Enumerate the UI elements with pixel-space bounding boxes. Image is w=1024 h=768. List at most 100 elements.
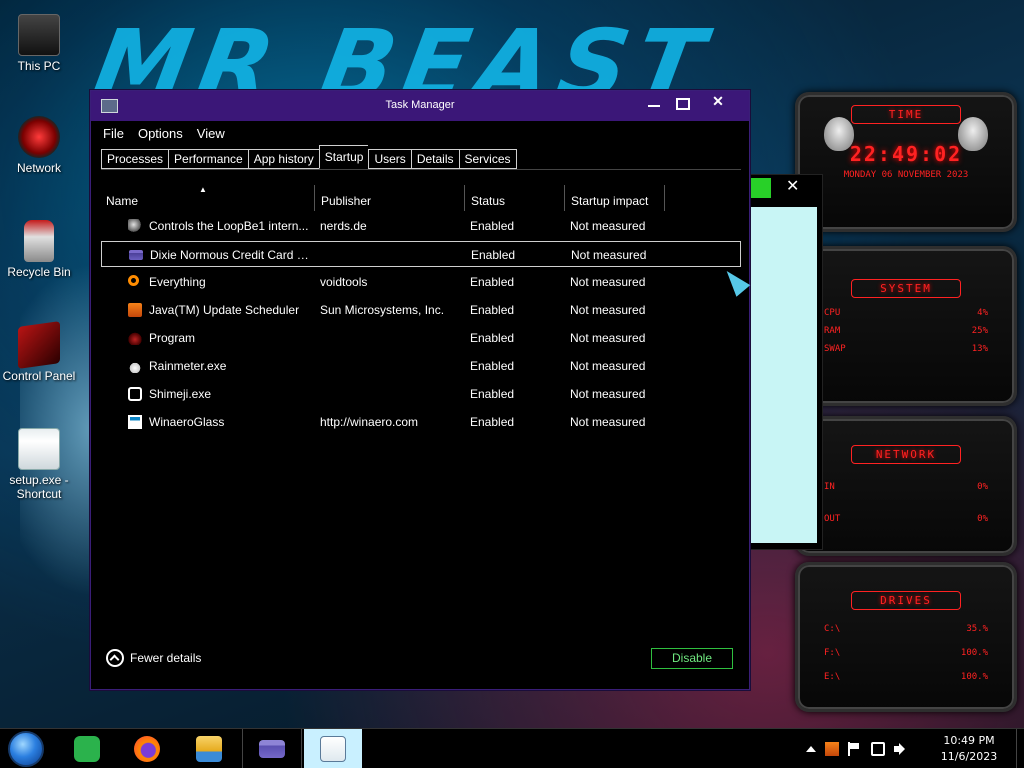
cpu-label: CPU [824,308,841,318]
menu-file[interactable]: File [103,126,124,141]
winaero-icon [128,415,142,429]
cell-name: Program [149,331,196,345]
rainmeter-network-widget[interactable]: NETWORK IN 0% OUT 0% [795,416,1017,556]
taskbar-file-explorer[interactable] [180,729,238,768]
cell-publisher: Sun Microsystems, Inc. [320,303,445,317]
table-row-selected[interactable]: Dixie Normous Credit Card S... Enabled N… [101,241,741,267]
folder-icon [196,736,222,762]
taskbar-task-manager[interactable] [304,729,362,768]
rainmeter-in-row: IN 0% [798,478,1014,496]
tab-app-history[interactable]: App history [247,149,319,169]
drive-label: E:\ [824,672,841,682]
taskbar-clock[interactable]: 10:49 PM 11/6/2023 [938,733,1000,765]
everything-icon [128,275,139,286]
cell-status: Enabled [470,303,515,317]
table-row[interactable]: Program Enabled Not measured [101,325,741,351]
drive-value: 35.% [966,624,988,634]
desktop-icon-setup-shortcut[interactable]: setup.exe - Shortcut [0,428,78,501]
fewer-details-link[interactable]: Fewer details [106,649,201,667]
taskbar-credit-card-app[interactable] [242,729,302,768]
setup-shortcut-icon [18,428,60,470]
column-divider[interactable] [314,185,315,211]
taskbar-feedly[interactable] [58,729,116,768]
drive-label: F:\ [824,648,841,658]
show-desktop-button[interactable] [1016,729,1024,768]
tab-startup[interactable]: Startup [318,145,369,169]
java-icon [128,303,142,317]
background-window[interactable]: ✕ [745,174,823,550]
table-row[interactable]: WinaeroGlass http://winaero.com Enabled … [101,409,741,435]
desktop-icon-recycle-bin[interactable]: Recycle Bin [0,220,78,279]
swap-value: 13% [971,344,988,354]
rainmeter-drive-row: E:\ 100.% [798,668,1014,686]
rainmeter-system-title: SYSTEM [851,279,961,298]
task-manager-icon [320,736,346,762]
sort-ascending-icon: ▲ [199,185,207,194]
maximize-button[interactable] [669,93,695,113]
chevron-up-icon [106,649,124,667]
firefox-icon [134,736,160,762]
disable-button[interactable]: Disable [651,648,733,669]
ram-value: 25% [971,326,988,336]
tab-processes[interactable]: Processes [101,149,169,169]
close-icon[interactable]: ✕ [786,176,799,195]
alien-icon [958,117,988,151]
tab-performance[interactable]: Performance [168,149,248,169]
table-row[interactable]: Shimeji.exe Enabled Not measured [101,381,741,407]
cell-status: Enabled [470,219,515,233]
desktop-icon-this-pc[interactable]: This PC [0,14,78,73]
minimize-button[interactable] [641,93,667,113]
tab-details[interactable]: Details [410,149,459,169]
column-divider[interactable] [564,185,565,211]
rainmeter-time-widget[interactable]: TIME 22:49:02 MONDAY 06 NOVEMBER 2023 [795,92,1017,232]
column-header-publisher[interactable]: Publisher [321,194,371,208]
taskbar: 10:49 PM 11/6/2023 [0,728,1024,768]
desktop-icon-control-panel[interactable]: Control Panel [0,321,78,383]
network-icon[interactable] [871,742,885,756]
net-in-value: 0% [977,482,988,492]
rainmeter-drives-widget[interactable]: DRIVES C:\ 35.% F:\ 100.% E:\ 100.% [795,562,1017,712]
column-header-name[interactable]: Name [106,194,138,208]
table-row[interactable]: Controls the LoopBe1 intern... nerds.de … [101,213,741,239]
rainmeter-system-widget[interactable]: SYSTEM CPU 4% RAM 25% SWAP 13% [795,246,1017,406]
cpu-value: 4% [977,308,988,318]
rainmeter-time-title: TIME [851,105,961,124]
program-icon [128,331,142,345]
task-manager-window[interactable]: Task Manager ✕ File Options View Process… [90,90,750,690]
tray-app-icon[interactable] [825,742,839,756]
desktop-icon-label: Recycle Bin [7,265,71,279]
table-row[interactable]: Java(TM) Update Scheduler Sun Microsyste… [101,297,741,323]
column-divider[interactable] [664,185,665,211]
cell-publisher: http://winaero.com [320,415,419,429]
background-window-content [751,207,817,543]
menu-options[interactable]: Options [138,126,183,141]
column-header-startup-impact[interactable]: Startup impact [571,194,648,208]
tab-users[interactable]: Users [368,149,411,169]
cell-name: Controls the LoopBe1 intern... [149,219,309,233]
menu-view[interactable]: View [197,126,225,141]
desktop-icon-network[interactable]: Network [0,116,78,175]
cell-impact: Not measured [571,248,647,262]
desktop-icon-label: Network [16,161,61,175]
shimeji-icon [128,387,142,401]
close-button[interactable]: ✕ [705,93,731,113]
volume-icon[interactable] [894,742,908,756]
show-hidden-icons-icon[interactable] [806,746,816,752]
this-pc-icon [18,14,60,56]
cell-status: Enabled [470,415,515,429]
table-row[interactable]: Everything voidtools Enabled Not measure… [101,269,741,295]
taskbar-firefox[interactable] [118,729,176,768]
title-bar[interactable]: Task Manager ✕ [91,91,749,121]
action-center-flag-icon[interactable] [848,742,862,756]
drive-label: C:\ [824,624,841,634]
cell-status: Enabled [470,359,515,373]
start-button[interactable] [2,729,60,768]
cell-name: WinaeroGlass [149,415,225,429]
column-header-status[interactable]: Status [471,194,505,208]
drive-value: 100.% [960,648,988,658]
network-icon [18,116,60,158]
tab-services[interactable]: Services [458,149,517,169]
cell-publisher: nerds.de [320,219,367,233]
table-row[interactable]: Rainmeter.exe Enabled Not measured [101,353,741,379]
column-divider[interactable] [464,185,465,211]
